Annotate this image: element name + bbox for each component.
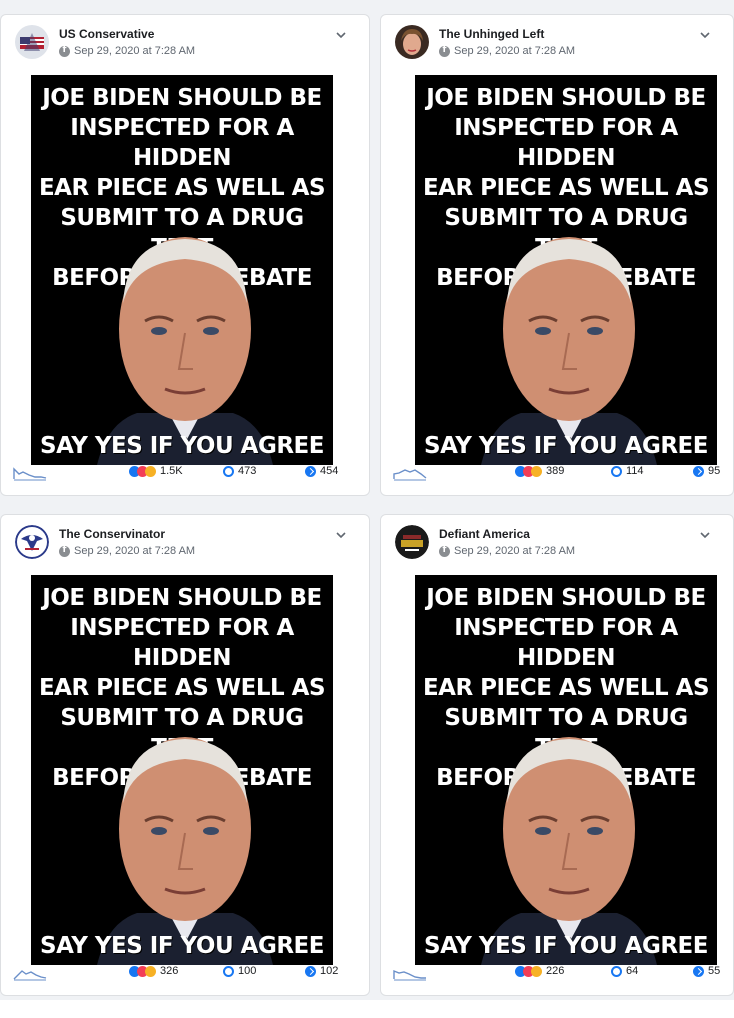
chevron-down-icon[interactable]: [335, 529, 347, 541]
meme-image[interactable]: JOE BIDEN SHOULD BE INSPECTED FOR A HIDDE…: [415, 75, 717, 465]
post-header: US Conservative Sep 29, 2020 at 7:28 AM: [1, 15, 369, 73]
reaction-icons: [515, 965, 542, 977]
share-icon: [305, 965, 316, 977]
post-stats: 226 64 55: [381, 961, 733, 989]
avatar[interactable]: [395, 525, 429, 559]
post-card: The Conservinator Sep 29, 2020 at 7:28 A…: [0, 514, 370, 996]
shares-count[interactable]: 55: [693, 965, 720, 977]
share-icon: [693, 965, 704, 977]
post-meta: Sep 29, 2020 at 7:28 AM: [59, 545, 195, 557]
reactions-count[interactable]: 389: [515, 465, 564, 477]
share-icon: [693, 465, 704, 477]
shares-count[interactable]: 95: [693, 465, 720, 477]
post-card: US Conservative Sep 29, 2020 at 7:28 AM …: [0, 14, 370, 496]
reactions-count[interactable]: 326: [129, 965, 178, 977]
comments-count[interactable]: 114: [611, 465, 644, 477]
post-grid: US Conservative Sep 29, 2020 at 7:28 AM …: [0, 0, 734, 1000]
facebook-icon: [59, 45, 70, 57]
post-date[interactable]: Sep 29, 2020 at 7:28 AM: [74, 45, 195, 57]
post-meta: Sep 29, 2020 at 7:28 AM: [439, 545, 575, 557]
avatar[interactable]: [395, 25, 429, 59]
meme-bottom-text: SAY YES IF YOU AGREE: [424, 433, 708, 459]
sparkline-icon: [393, 969, 426, 981]
post-card: Defiant America Sep 29, 2020 at 7:28 AM …: [380, 514, 734, 996]
comments-count[interactable]: 473: [223, 465, 256, 477]
page-name[interactable]: The Unhinged Left: [439, 27, 544, 41]
reactions-count[interactable]: 226: [515, 965, 564, 977]
post-header: The Conservinator Sep 29, 2020 at 7:28 A…: [1, 515, 369, 573]
page-name[interactable]: Defiant America: [439, 527, 530, 541]
shares-count[interactable]: 102: [305, 965, 338, 977]
sparkline-icon: [393, 469, 427, 481]
meme-bottom-text: SAY YES IF YOU AGREE: [424, 933, 708, 959]
post-header: The Unhinged Left Sep 29, 2020 at 7:28 A…: [381, 15, 733, 73]
chevron-down-icon[interactable]: [335, 29, 347, 41]
avatar[interactable]: [15, 525, 49, 559]
sparkline-icon: [13, 467, 47, 481]
post-meta: Sep 29, 2020 at 7:28 AM: [439, 45, 575, 57]
post-header: Defiant America Sep 29, 2020 at 7:28 AM: [381, 515, 733, 573]
meme-image[interactable]: JOE BIDEN SHOULD BE INSPECTED FOR A HIDDE…: [31, 575, 333, 965]
facebook-icon: [59, 545, 70, 557]
comments-count[interactable]: 100: [223, 965, 256, 977]
facebook-icon: [439, 45, 450, 57]
page-name[interactable]: US Conservative: [59, 27, 154, 41]
meme-bottom-text: SAY YES IF YOU AGREE: [40, 933, 324, 959]
post-stats: 1.5K 473 454: [1, 461, 369, 489]
reactions-count[interactable]: 1.5K: [129, 465, 183, 477]
post-stats: 389 114 95: [381, 461, 733, 489]
shares-count[interactable]: 454: [305, 465, 338, 477]
comment-icon: [223, 465, 234, 477]
post-date[interactable]: Sep 29, 2020 at 7:28 AM: [74, 545, 195, 557]
page-name[interactable]: The Conservinator: [59, 527, 165, 541]
meme-image[interactable]: JOE BIDEN SHOULD BE INSPECTED FOR A HIDDE…: [415, 575, 717, 965]
reaction-icons: [129, 465, 156, 477]
meme-image[interactable]: JOE BIDEN SHOULD BE INSPECTED FOR A HIDDE…: [31, 75, 333, 465]
post-date[interactable]: Sep 29, 2020 at 7:28 AM: [454, 45, 575, 57]
chevron-down-icon[interactable]: [699, 29, 711, 41]
facebook-icon: [439, 545, 450, 557]
sparkline-icon: [13, 970, 47, 981]
avatar[interactable]: [15, 25, 49, 59]
comment-icon: [223, 965, 234, 977]
reaction-icons: [515, 465, 542, 477]
post-date[interactable]: Sep 29, 2020 at 7:28 AM: [454, 545, 575, 557]
post-card: The Unhinged Left Sep 29, 2020 at 7:28 A…: [380, 14, 734, 496]
comments-count[interactable]: 64: [611, 965, 638, 977]
chevron-down-icon[interactable]: [699, 529, 711, 541]
comment-icon: [611, 465, 622, 477]
reaction-icons: [129, 965, 156, 977]
share-icon: [305, 465, 316, 477]
comment-icon: [611, 965, 622, 977]
meme-bottom-text: SAY YES IF YOU AGREE: [40, 433, 324, 459]
post-meta: Sep 29, 2020 at 7:28 AM: [59, 45, 195, 57]
post-stats: 326 100 102: [1, 961, 369, 989]
